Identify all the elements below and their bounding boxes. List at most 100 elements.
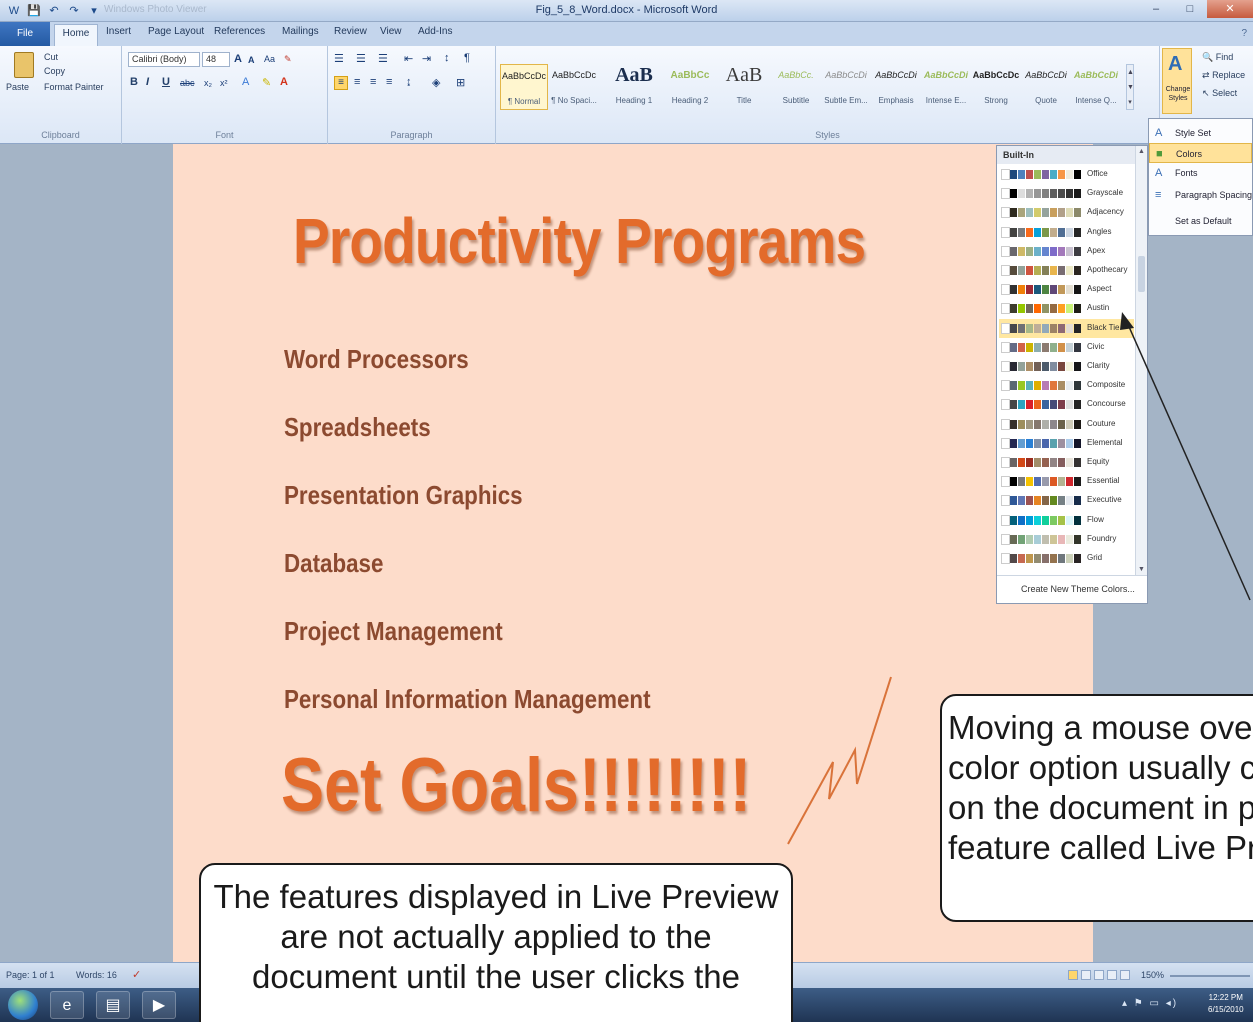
tab-view[interactable]: View bbox=[380, 26, 402, 37]
document-item[interactable]: Personal Information Management bbox=[284, 684, 651, 715]
document-item[interactable]: Spreadsheets bbox=[284, 412, 431, 443]
tab-references[interactable]: References bbox=[214, 26, 265, 37]
full-screen-icon[interactable] bbox=[1081, 970, 1091, 980]
internet-explorer-icon[interactable]: e bbox=[50, 991, 84, 1019]
zoom-slider[interactable] bbox=[1170, 975, 1250, 977]
clear-formatting-icon[interactable]: ✎ bbox=[284, 54, 292, 65]
outline-icon[interactable] bbox=[1107, 970, 1117, 980]
menu-item-colors[interactable]: ■ Colors bbox=[1149, 143, 1252, 163]
page-count[interactable]: Page: 1 of 1 bbox=[6, 970, 55, 980]
close-button[interactable]: ✕ bbox=[1207, 0, 1253, 18]
web-layout-icon[interactable] bbox=[1094, 970, 1104, 980]
theme-colors-grayscale[interactable]: Grayscale bbox=[999, 184, 1134, 203]
borders-icon[interactable]: ⊞ bbox=[456, 76, 465, 89]
align-right-icon[interactable]: ≡ bbox=[370, 76, 376, 88]
help-icon[interactable]: ? bbox=[1241, 28, 1247, 39]
style-heading-1[interactable]: AaB Heading 1 bbox=[600, 64, 668, 110]
document-item[interactable]: Database bbox=[284, 548, 383, 579]
style-strong[interactable]: AaBbCcDc Strong bbox=[972, 64, 1020, 110]
strikethrough-icon[interactable]: abc bbox=[180, 78, 195, 88]
find-button[interactable]: 🔍 Find bbox=[1202, 52, 1233, 63]
style-quote[interactable]: AaBbCcDi Quote bbox=[1022, 64, 1070, 110]
theme-colors-adjacency[interactable]: Adjacency bbox=[999, 203, 1134, 222]
italic-button[interactable]: I bbox=[146, 76, 149, 88]
cut-button[interactable]: Cut bbox=[44, 52, 58, 62]
style-emphasis[interactable]: AaBbCcDi Emphasis bbox=[872, 64, 920, 110]
document-item[interactable]: Word Processors bbox=[284, 344, 469, 375]
clock[interactable]: 12:22 PM 6/15/2010 bbox=[1208, 992, 1244, 1016]
style-intense-emphasis[interactable]: AaBbCcDi Intense E... bbox=[922, 64, 970, 110]
draft-icon[interactable] bbox=[1120, 970, 1130, 980]
font-color-icon[interactable]: A bbox=[280, 76, 288, 88]
justify-icon[interactable]: ≡ bbox=[386, 76, 392, 88]
scroll-thumb[interactable] bbox=[1138, 256, 1145, 292]
media-player-icon[interactable]: ▶ bbox=[142, 991, 176, 1019]
decrease-indent-icon[interactable]: ⇤ bbox=[404, 52, 413, 65]
paste-button[interactable]: Paste bbox=[6, 82, 29, 92]
style-intense-quote[interactable]: AaBbCcDi Intense Q... bbox=[1072, 64, 1120, 110]
print-layout-icon[interactable] bbox=[1068, 970, 1078, 980]
font-name-field[interactable]: Calibri (Body) bbox=[128, 52, 200, 67]
paste-icon[interactable] bbox=[14, 52, 34, 78]
format-painter-button[interactable]: Format Painter bbox=[44, 82, 104, 92]
style-no-spacing[interactable]: AaBbCcDc ¶ No Spaci... bbox=[550, 64, 598, 110]
zoom-level[interactable]: 150% bbox=[1141, 970, 1164, 980]
menu-item-paragraph-spacing[interactable]: ≡ Paragraph Spacing bbox=[1149, 185, 1252, 205]
superscript-icon[interactable]: x² bbox=[220, 78, 228, 88]
scroll-up-icon[interactable]: ▲ bbox=[1136, 148, 1147, 155]
start-button[interactable] bbox=[8, 990, 38, 1020]
numbering-icon[interactable]: ☰ bbox=[356, 52, 366, 65]
text-effects-icon[interactable]: A bbox=[242, 76, 249, 88]
underline-button[interactable]: U bbox=[162, 76, 170, 88]
theme-colors-apothecary[interactable]: Apothecary bbox=[999, 261, 1134, 280]
theme-colors-aspect[interactable]: Aspect bbox=[999, 280, 1134, 299]
style-heading-2[interactable]: AaBbCc Heading 2 bbox=[666, 64, 714, 110]
tab-add-ins[interactable]: Add-Ins bbox=[418, 26, 452, 37]
file-explorer-icon[interactable]: ▤ bbox=[96, 991, 130, 1019]
style-subtitle[interactable]: AaBbCc. Subtitle bbox=[772, 64, 820, 110]
tab-file[interactable]: File bbox=[0, 22, 50, 46]
style-normal[interactable]: AaBbCcDc ¶ Normal bbox=[500, 64, 548, 110]
tab-review[interactable]: Review bbox=[334, 26, 367, 37]
align-center-icon[interactable]: ≡ bbox=[354, 76, 360, 88]
maximize-button[interactable]: □ bbox=[1173, 0, 1207, 18]
bold-button[interactable]: B bbox=[130, 76, 138, 88]
highlight-icon[interactable]: ✎ bbox=[262, 76, 271, 89]
document-goal-heading[interactable]: Set Goals!!!!!!!! bbox=[281, 742, 751, 829]
change-case-icon[interactable]: Aa bbox=[264, 54, 275, 64]
sort-icon[interactable]: ↕ bbox=[444, 52, 450, 64]
theme-colors-angles[interactable]: Angles bbox=[999, 223, 1134, 242]
document-item[interactable]: Project Management bbox=[284, 616, 503, 647]
subscript-icon[interactable]: x₂ bbox=[204, 78, 212, 88]
style-subtle-emphasis[interactable]: AaBbCcDi Subtle Em... bbox=[822, 64, 870, 110]
proofing-icon[interactable]: ✓ bbox=[132, 968, 141, 981]
copy-button[interactable]: Copy bbox=[44, 66, 65, 76]
document-title[interactable]: Productivity Programs bbox=[293, 204, 866, 278]
menu-item-fonts[interactable]: A Fonts bbox=[1149, 163, 1252, 183]
shading-icon[interactable]: ◈ bbox=[432, 76, 440, 89]
align-left-icon[interactable]: ≡ bbox=[334, 76, 348, 90]
line-spacing-icon[interactable]: ↨ bbox=[406, 76, 412, 88]
minimize-button[interactable]: – bbox=[1139, 0, 1173, 18]
system-tray-icons[interactable]: ▴ ⚑ ▭ ◂) bbox=[1122, 998, 1178, 1009]
increase-indent-icon[interactable]: ⇥ bbox=[422, 52, 431, 65]
style-title[interactable]: AaB Title bbox=[716, 64, 772, 110]
bullets-icon[interactable]: ☰ bbox=[334, 52, 344, 65]
theme-colors-office[interactable]: Office bbox=[999, 165, 1134, 184]
tab-insert[interactable]: Insert bbox=[106, 26, 131, 37]
document-item[interactable]: Presentation Graphics bbox=[284, 480, 523, 511]
change-styles-button[interactable]: A Change Styles bbox=[1162, 48, 1192, 114]
multilevel-list-icon[interactable]: ☰ bbox=[378, 52, 388, 65]
menu-item-style-set[interactable]: A Style Set bbox=[1149, 123, 1252, 143]
replace-button[interactable]: ⇄ Replace bbox=[1202, 70, 1245, 81]
menu-item-set-as-default[interactable]: Set as Default bbox=[1149, 211, 1252, 231]
styles-gallery-scroll[interactable]: ▲ ▼ ▾ bbox=[1126, 64, 1134, 110]
show-marks-icon[interactable]: ¶ bbox=[464, 52, 470, 64]
select-button[interactable]: ↖ Select bbox=[1202, 88, 1237, 99]
theme-colors-apex[interactable]: Apex bbox=[999, 242, 1134, 261]
tab-home[interactable]: Home bbox=[54, 24, 98, 46]
word-count[interactable]: Words: 16 bbox=[76, 970, 117, 980]
font-size-field[interactable]: 48 bbox=[202, 52, 230, 67]
grow-font-icon[interactable]: A bbox=[234, 53, 242, 65]
tab-page-layout[interactable]: Page Layout bbox=[148, 26, 204, 37]
